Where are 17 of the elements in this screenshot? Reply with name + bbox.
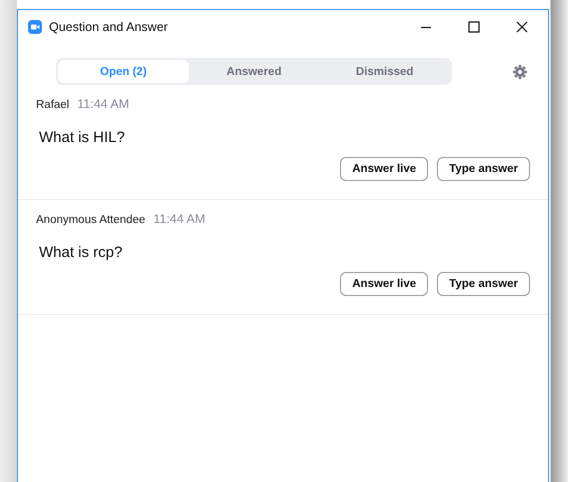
timestamp: 11:44 AM [77,97,130,111]
answer-button[interactable]: Answer live [340,272,428,296]
tab[interactable]: Dismissed [319,60,450,83]
author-name: Anonymous Attendee [36,214,146,226]
author-name: Rafael [36,99,70,111]
close-icon[interactable] [516,20,528,32]
question-text: What is rcp? [39,244,124,261]
maximize-icon[interactable] [468,20,480,32]
question-text: What is HIL? [39,129,126,146]
timestamp: 11:44 AM [153,212,206,226]
camera-icon [28,20,42,34]
settings-icon[interactable] [513,64,527,78]
answer-button[interactable]: Answer live [340,157,428,181]
window-title: Question and Answer [49,20,169,34]
answer-button[interactable]: Type answer [437,157,530,181]
answer-button[interactable]: Type answer [437,272,530,296]
tab[interactable]: Answered [188,60,320,83]
